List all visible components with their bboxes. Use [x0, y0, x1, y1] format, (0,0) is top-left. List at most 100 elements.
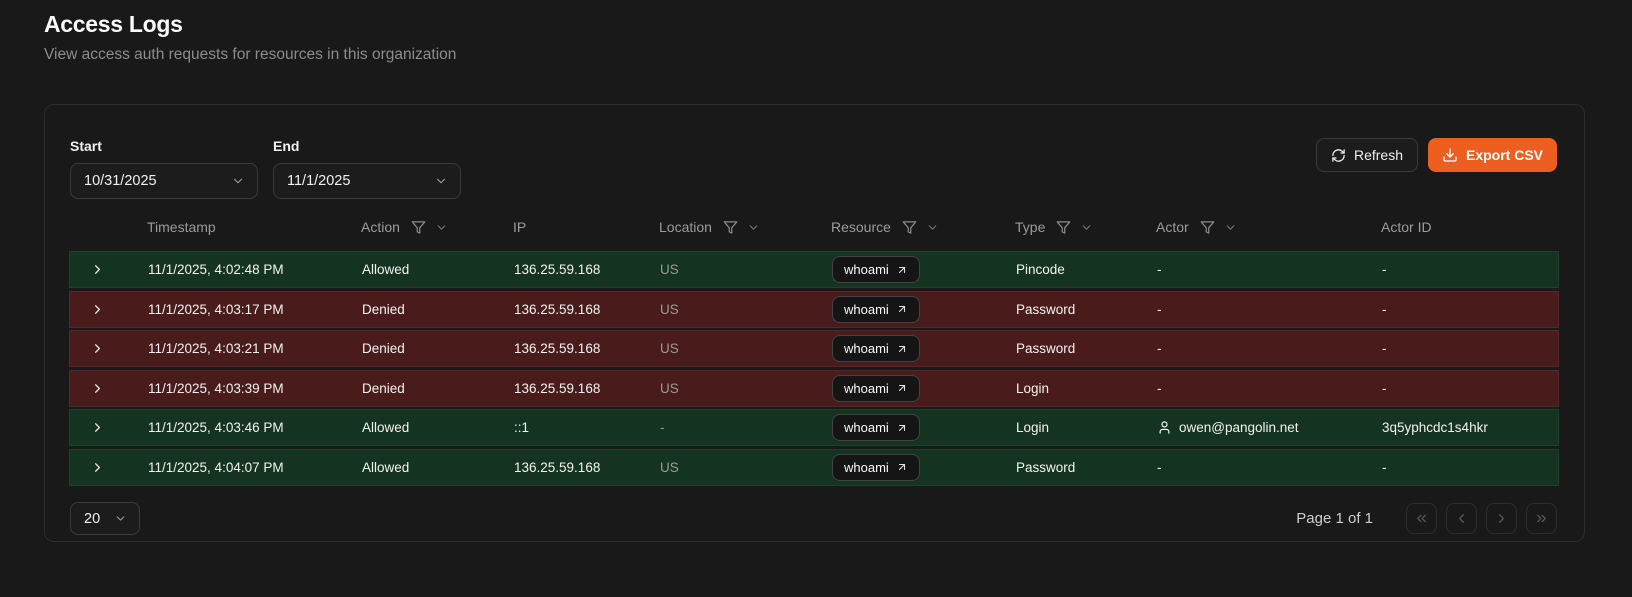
table-row: 11/1/2025, 4:03:39 PM Denied 136.25.59.1… — [69, 370, 1559, 407]
resource-cell: whoami — [824, 414, 1008, 441]
column-label: Actor — [1156, 219, 1189, 235]
chevron-down-icon — [231, 174, 245, 188]
chevron-right-icon — [90, 420, 105, 435]
actor-value: - — [1157, 341, 1162, 356]
chevron-right-icon — [90, 341, 105, 356]
previous-page-button[interactable] — [1446, 503, 1477, 534]
page-size-select[interactable]: 20 — [70, 502, 140, 535]
filter-icon[interactable] — [411, 220, 426, 235]
chevron-right-icon — [90, 262, 105, 277]
column-header: Actor ID — [1373, 219, 1559, 235]
first-page-button[interactable] — [1406, 503, 1437, 534]
actor-value: - — [1157, 302, 1162, 317]
expand-row-button[interactable] — [70, 460, 140, 475]
resource-link[interactable]: whoami — [832, 335, 920, 362]
filter-icon[interactable] — [1056, 220, 1071, 235]
column-header: Type — [1007, 219, 1148, 235]
ip-cell: 136.25.59.168 — [506, 341, 652, 356]
resource-link[interactable]: whoami — [832, 414, 920, 441]
column-label: IP — [513, 219, 526, 235]
actor-value: - — [1157, 381, 1162, 396]
location-cell: US — [652, 460, 824, 475]
chevron-right-icon — [90, 381, 105, 396]
chevrons-right-icon — [1534, 511, 1549, 526]
last-page-button[interactable] — [1526, 503, 1557, 534]
start-date-label: Start — [70, 138, 258, 154]
filter-icon[interactable] — [902, 220, 917, 235]
type-cell: Login — [1008, 381, 1149, 396]
resource-cell: whoami — [824, 335, 1008, 362]
timestamp-cell: 11/1/2025, 4:02:48 PM — [140, 262, 354, 277]
next-page-button[interactable] — [1486, 503, 1517, 534]
start-date-field: Start 10/31/2025 — [70, 138, 258, 199]
expand-row-button[interactable] — [70, 262, 140, 277]
page-size-value: 20 — [84, 511, 100, 527]
page-info: Page 1 of 1 — [1296, 510, 1373, 527]
expand-row-button[interactable] — [70, 341, 140, 356]
location-cell: US — [652, 341, 824, 356]
expand-row-button[interactable] — [70, 420, 140, 435]
external-link-icon — [896, 264, 908, 276]
chevrons-left-icon — [1414, 511, 1429, 526]
resource-name: whoami — [844, 302, 889, 317]
action-cell: Allowed — [354, 420, 506, 435]
resource-cell: whoami — [824, 256, 1008, 283]
external-link-icon — [896, 382, 908, 394]
column-controls — [1056, 220, 1093, 235]
resource-name: whoami — [844, 262, 889, 277]
actor-id-cell: - — [1374, 262, 1560, 277]
actor-cell: - — [1149, 460, 1374, 475]
page-subtitle: View access auth requests for resources … — [44, 46, 456, 64]
action-cell: Allowed — [354, 262, 506, 277]
end-date-select[interactable]: 11/1/2025 — [273, 163, 461, 199]
column-controls — [723, 220, 760, 235]
actor-value: - — [1157, 262, 1162, 277]
chevron-down-icon[interactable] — [747, 221, 760, 234]
download-icon — [1442, 147, 1458, 163]
start-date-select[interactable]: 10/31/2025 — [70, 163, 258, 199]
table-row: 11/1/2025, 4:03:17 PM Denied 136.25.59.1… — [69, 291, 1559, 328]
external-link-icon — [896, 303, 908, 315]
resource-cell: whoami — [824, 296, 1008, 323]
pagination: Page 1 of 1 — [1296, 503, 1557, 534]
resource-name: whoami — [844, 381, 889, 396]
chevron-down-icon[interactable] — [1224, 221, 1237, 234]
resource-cell: whoami — [824, 454, 1008, 481]
export-csv-button[interactable]: Export CSV — [1428, 138, 1557, 172]
refresh-icon — [1331, 148, 1346, 163]
resource-link[interactable]: whoami — [832, 454, 920, 481]
type-cell: Password — [1008, 460, 1149, 475]
actor-value: owen@pangolin.net — [1179, 420, 1299, 435]
external-link-icon — [896, 461, 908, 473]
expand-row-button[interactable] — [70, 381, 140, 396]
resource-name: whoami — [844, 420, 889, 435]
actor-id-cell: - — [1374, 460, 1560, 475]
type-cell: Login — [1008, 420, 1149, 435]
location-cell: US — [652, 262, 824, 277]
chevron-down-icon[interactable] — [435, 221, 448, 234]
resource-link[interactable]: whoami — [832, 256, 920, 283]
chevron-down-icon[interactable] — [926, 221, 939, 234]
resource-link[interactable]: whoami — [832, 296, 920, 323]
timestamp-cell: 11/1/2025, 4:03:39 PM — [140, 381, 354, 396]
chevron-down-icon[interactable] — [1080, 221, 1093, 234]
table-row: 11/1/2025, 4:02:48 PM Allowed 136.25.59.… — [69, 251, 1559, 288]
column-controls — [411, 220, 448, 235]
actor-value: - — [1157, 460, 1162, 475]
export-csv-label: Export CSV — [1466, 147, 1543, 163]
refresh-label: Refresh — [1354, 147, 1403, 163]
column-header: Action — [353, 219, 505, 235]
column-label: Resource — [831, 219, 891, 235]
refresh-button[interactable]: Refresh — [1316, 138, 1418, 172]
resource-link[interactable]: whoami — [832, 375, 920, 402]
actor-cell: - — [1149, 262, 1374, 277]
action-cell: Denied — [354, 381, 506, 396]
actor-cell: - — [1149, 381, 1374, 396]
expand-row-button[interactable] — [70, 302, 140, 317]
filter-icon[interactable] — [1200, 220, 1215, 235]
ip-cell: ::1 — [506, 420, 652, 435]
external-link-icon — [896, 343, 908, 355]
resource-name: whoami — [844, 341, 889, 356]
chevron-right-icon — [90, 302, 105, 317]
filter-icon[interactable] — [723, 220, 738, 235]
